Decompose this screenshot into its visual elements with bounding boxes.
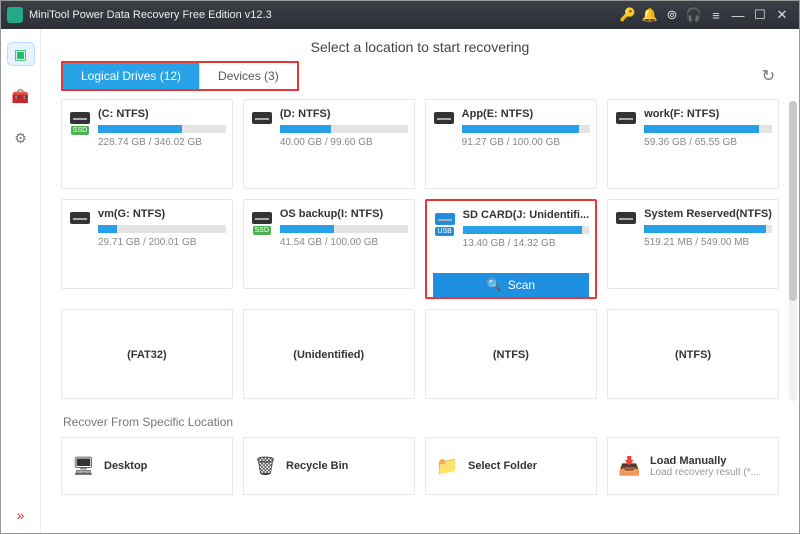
drive-icon [68, 212, 92, 224]
close-button[interactable]: ✕ [771, 7, 793, 23]
menu-icon[interactable]: ≡ [705, 8, 727, 23]
location-sublabel: Load recovery result (*... [650, 467, 759, 478]
drive-tag: SSD [71, 126, 89, 135]
bell-icon[interactable]: 🔔 [639, 7, 661, 23]
scan-button[interactable]: 🔍 Scan [433, 273, 590, 297]
usage-bar [280, 125, 408, 133]
drive-card-9[interactable]: (Unidentified) [243, 309, 415, 399]
drive-card-0[interactable]: SSD (C: NTFS) 228.74 GB / 346.02 GB [61, 99, 233, 189]
drive-size: 40.00 GB / 99.60 GB [280, 137, 408, 148]
magnifier-icon: 🔍 [487, 278, 502, 292]
drive-card-8[interactable]: (FAT32) [61, 309, 233, 399]
drive-card-5[interactable]: SSD OS backup(I: NTFS) 41.54 GB / 100.00 G… [243, 199, 415, 289]
drive-icon [614, 212, 638, 224]
drive-icon: USB [433, 213, 457, 236]
location-label: Recycle Bin [286, 460, 348, 472]
location-icon: 📥 [618, 456, 640, 477]
drive-size: 13.40 GB / 14.32 GB [463, 238, 590, 249]
location-label: Load Manually [650, 455, 759, 467]
scan-label: Scan [508, 278, 535, 292]
tab-logical-drives[interactable]: Logical Drives (12) [63, 63, 199, 89]
drive-card-10[interactable]: (NTFS) [425, 309, 598, 399]
drive-size: 228.74 GB / 346.02 GB [98, 137, 226, 148]
drive-icon: SSD [250, 212, 274, 235]
drive-tag: SSD [253, 226, 271, 235]
location-card-2[interactable]: 📁 Select Folder [425, 437, 597, 495]
drive-size: 59.36 GB / 65.55 GB [644, 137, 772, 148]
drive-name: App(E: NTFS) [462, 108, 591, 120]
location-card-1[interactable]: 🗑 Recycle Bin [243, 437, 415, 495]
app-title: MiniTool Power Data Recovery Free Editio… [29, 9, 617, 21]
tab-devices[interactable]: Devices (3) [199, 63, 297, 89]
location-card-3[interactable]: 📥 Load ManuallyLoad recovery result (*... [607, 437, 779, 495]
page-heading: Select a location to start recovering [41, 29, 799, 61]
minimize-button[interactable]: — [727, 8, 749, 23]
drive-card-11[interactable]: (NTFS) [607, 309, 779, 399]
location-icon: 🖥 [72, 456, 94, 477]
drive-name: (Unidentified) [293, 349, 364, 361]
disc-icon[interactable]: ⊚ [661, 7, 683, 23]
titlebar: MiniTool Power Data Recovery Free Editio… [1, 1, 799, 29]
sidebar: ▣ 🧰 ⚙ » [1, 29, 41, 533]
drive-size: 91.27 GB / 100.00 GB [462, 137, 591, 148]
usage-bar [98, 225, 226, 233]
scrollbar-thumb[interactable] [789, 101, 797, 301]
app-logo [7, 7, 23, 23]
drive-card-6[interactable]: USB SD CARD(J: Unidentifi... 13.40 GB / 14… [425, 199, 598, 299]
headset-icon[interactable]: 🎧 [683, 7, 705, 23]
sidebar-item-toolbox[interactable]: 🧰 [8, 85, 34, 107]
sidebar-item-drives[interactable]: ▣ [8, 43, 34, 65]
drive-name: System Reserved(NTFS) [644, 208, 772, 220]
expand-sidebar-icon[interactable]: » [17, 507, 25, 523]
drive-name: vm(G: NTFS) [98, 208, 226, 220]
scrollbar[interactable] [789, 101, 797, 401]
usage-bar [644, 125, 772, 133]
drive-name: (C: NTFS) [98, 108, 226, 120]
refresh-icon[interactable]: ↻ [758, 62, 779, 90]
drive-size: 41.54 GB / 100.00 GB [280, 237, 408, 248]
usage-bar [280, 225, 408, 233]
drive-tag: USB [435, 227, 453, 236]
drive-card-2[interactable]: App(E: NTFS) 91.27 GB / 100.00 GB [425, 99, 598, 189]
drive-name: (NTFS) [675, 349, 711, 361]
locations-title: Recover From Specific Location [63, 415, 779, 429]
location-label: Select Folder [468, 460, 537, 472]
drive-name: SD CARD(J: Unidentifi... [463, 209, 590, 221]
drive-card-4[interactable]: vm(G: NTFS) 29.71 GB / 200.01 GB [61, 199, 233, 289]
usage-bar [462, 125, 591, 133]
drive-name: (D: NTFS) [280, 108, 408, 120]
maximize-button[interactable]: ☐ [749, 7, 771, 23]
location-icon: 🗑 [254, 456, 276, 477]
tabs-highlight-box: Logical Drives (12) Devices (3) [61, 61, 299, 91]
location-label: Desktop [104, 460, 147, 472]
drive-size: 519.21 MB / 549.00 MB [644, 237, 772, 248]
sidebar-item-settings[interactable]: ⚙ [8, 127, 34, 149]
drive-name: (FAT32) [127, 349, 167, 361]
key-icon[interactable]: 🔑 [617, 7, 639, 23]
drive-name: work(F: NTFS) [644, 108, 772, 120]
location-card-0[interactable]: 🖥 Desktop [61, 437, 233, 495]
drive-icon [614, 112, 638, 124]
drive-name: (NTFS) [493, 349, 529, 361]
usage-bar [98, 125, 226, 133]
drive-card-3[interactable]: work(F: NTFS) 59.36 GB / 65.55 GB [607, 99, 779, 189]
drive-icon: SSD [68, 112, 92, 135]
location-icon: 📁 [436, 456, 458, 477]
drive-card-7[interactable]: System Reserved(NTFS) 519.21 MB / 549.00 … [607, 199, 779, 289]
usage-bar [644, 225, 772, 233]
drive-name: OS backup(I: NTFS) [280, 208, 408, 220]
drive-size: 29.71 GB / 200.01 GB [98, 237, 226, 248]
drive-card-1[interactable]: (D: NTFS) 40.00 GB / 99.60 GB [243, 99, 415, 189]
drive-icon [432, 112, 456, 124]
drive-icon [250, 112, 274, 124]
usage-bar [463, 226, 590, 234]
